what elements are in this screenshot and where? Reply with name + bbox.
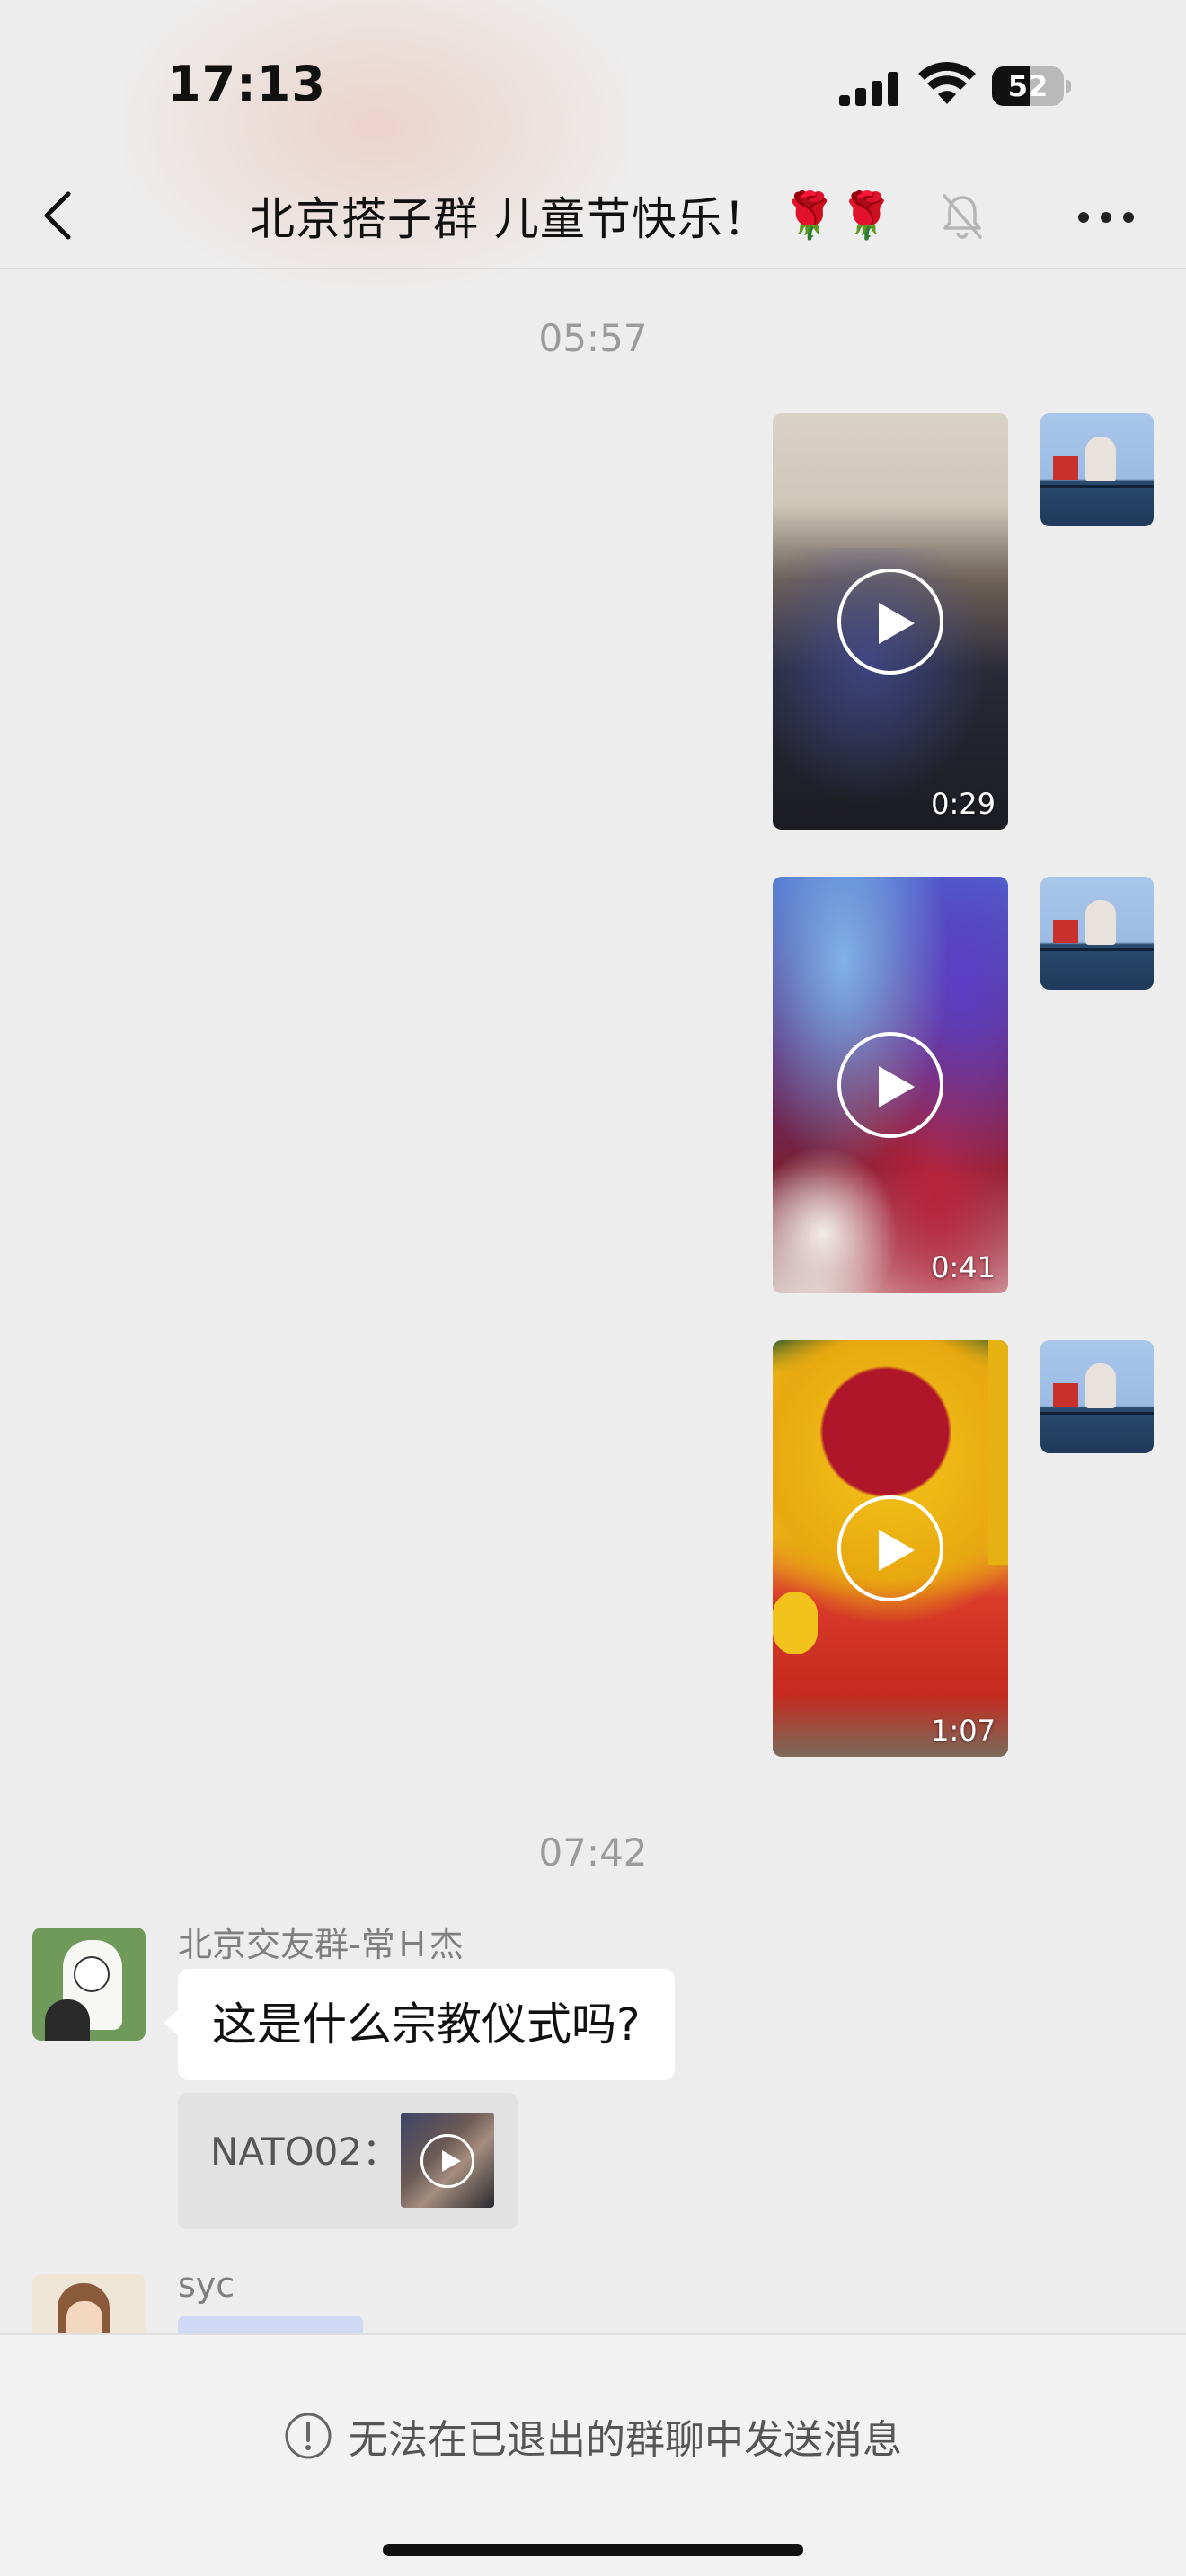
chat-screen: 17:13 52 北京搭子群 儿童节快乐！ 🌹🌹 05:57 0:29 0:41… bbox=[0, 0, 1186, 2576]
image-message-preview[interactable] bbox=[178, 2316, 363, 2333]
sunflower-left bbox=[773, 1592, 818, 1654]
quoted-message[interactable]: NATO02： bbox=[178, 2093, 518, 2229]
wifi-icon bbox=[918, 62, 976, 104]
home-indicator[interactable] bbox=[383, 2544, 803, 2556]
video-message[interactable]: 1:07 bbox=[773, 1340, 1008, 1757]
sender-name: syc bbox=[178, 2265, 235, 2305]
cellular-signal-icon bbox=[839, 70, 902, 106]
play-icon[interactable] bbox=[837, 1495, 943, 1601]
chat-header: 北京搭子群 儿童节快乐！ 🌹🌹 bbox=[0, 162, 1186, 269]
quoted-sender: NATO02： bbox=[210, 2130, 401, 2174]
message-timestamp: 05:57 bbox=[538, 316, 648, 360]
status-time: 17:13 bbox=[167, 56, 326, 112]
quoted-video-thumbnail[interactable] bbox=[401, 2113, 494, 2208]
exited-group-notice-text: 无法在已退出的群聊中发送消息 bbox=[349, 2417, 902, 2463]
chat-footer: 无法在已退出的群聊中发送消息 bbox=[0, 2333, 1186, 2576]
mute-bell-icon bbox=[943, 194, 982, 239]
video-scene-highlight bbox=[773, 1146, 898, 1293]
video-duration: 0:29 bbox=[931, 787, 996, 821]
warning-icon bbox=[285, 2413, 332, 2459]
play-icon bbox=[420, 2134, 474, 2188]
chat-title-text: 北京搭子群 儿童节快乐！ bbox=[250, 193, 769, 245]
sender-avatar[interactable] bbox=[32, 1928, 146, 2041]
video-message[interactable]: 0:41 bbox=[773, 877, 1008, 1293]
my-avatar[interactable] bbox=[1040, 413, 1154, 526]
video-duration: 0:41 bbox=[931, 1250, 996, 1284]
battery-icon: 52 bbox=[992, 66, 1071, 106]
play-icon[interactable] bbox=[837, 569, 943, 675]
back-button[interactable] bbox=[32, 181, 86, 250]
more-options-button[interactable] bbox=[1075, 201, 1137, 228]
video-message[interactable]: 0:29 bbox=[773, 413, 1008, 830]
sunflower-right bbox=[988, 1340, 1008, 1565]
sender-name: 北京交友群-常Ｈ杰 bbox=[178, 1925, 464, 1964]
battery-percent: 52 bbox=[1007, 69, 1049, 103]
message-timestamp: 07:42 bbox=[538, 1831, 648, 1875]
chat-title[interactable]: 北京搭子群 儿童节快乐！ 🌹🌹 bbox=[250, 183, 895, 248]
my-avatar[interactable] bbox=[1040, 1340, 1154, 1453]
status-bar: 17:13 52 bbox=[0, 0, 1186, 162]
video-duration: 1:07 bbox=[931, 1714, 996, 1748]
message-bubble[interactable]: 这是什么宗教仪式吗? bbox=[164, 1969, 675, 2080]
my-avatar[interactable] bbox=[1040, 877, 1154, 990]
sender-avatar[interactable] bbox=[32, 2274, 146, 2333]
rose-emoji: 🌹🌹 bbox=[781, 189, 896, 242]
exited-group-notice: 无法在已退出的群聊中发送消息 bbox=[0, 2407, 1186, 2465]
play-icon[interactable] bbox=[837, 1032, 943, 1138]
